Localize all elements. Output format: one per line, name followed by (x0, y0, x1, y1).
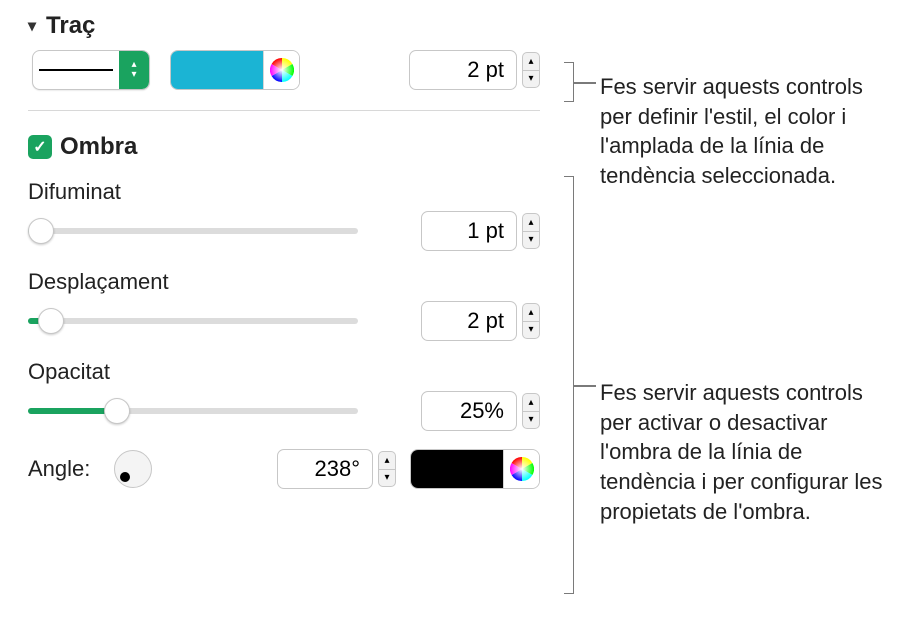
stepper-up-button[interactable]: ▴ (522, 393, 540, 411)
blur-stepper: ▴ ▾ (421, 211, 540, 251)
offset-stepper: ▴ ▾ (421, 301, 540, 341)
stroke-callout-text: Fes servir aquests controls per definir … (600, 72, 890, 191)
color-picker-button[interactable] (263, 51, 299, 89)
opacity-field[interactable] (421, 391, 517, 431)
angle-stepper: ▴ ▾ (277, 449, 396, 489)
offset-row: ▴ ▾ (28, 301, 540, 341)
blur-slider[interactable] (28, 219, 358, 243)
angle-label: Angle: (28, 456, 100, 482)
offset-field[interactable] (421, 301, 517, 341)
callout-bracket (564, 176, 574, 594)
angle-dial[interactable] (114, 450, 152, 488)
dropdown-toggle-icon[interactable]: ▴▾ (119, 51, 149, 89)
divider (28, 110, 540, 111)
blur-label: Difuminat (28, 179, 540, 205)
stroke-controls-row: ▴▾ (28, 50, 540, 90)
opacity-row: ▴ ▾ (28, 391, 540, 431)
color-picker-button[interactable] (503, 450, 539, 488)
offset-label: Desplaçament (28, 269, 540, 295)
opacity-label: Opacitat (28, 359, 540, 385)
stepper-up-button[interactable]: ▴ (522, 52, 540, 70)
callout-bracket (564, 62, 574, 102)
stepper-down-button[interactable]: ▾ (522, 321, 540, 339)
shadow-callout-text: Fes servir aquests controls per activar … (600, 378, 890, 526)
stroke-color-swatch[interactable] (171, 51, 263, 89)
angle-row: Angle: ▴ ▾ (28, 449, 540, 489)
stroke-title: Traç (46, 12, 95, 40)
stroke-section-header[interactable]: ▾ Traç (28, 12, 540, 40)
shadow-color-swatch[interactable] (411, 450, 503, 488)
opacity-slider[interactable] (28, 399, 358, 423)
chevron-down-icon: ▾ (28, 16, 36, 36)
stepper-down-button[interactable]: ▾ (378, 469, 396, 487)
opacity-stepper: ▴ ▾ (421, 391, 540, 431)
stroke-width-stepper: ▴ ▾ (409, 50, 540, 90)
stroke-style-popup[interactable]: ▴▾ (32, 50, 150, 90)
line-style-preview (33, 51, 119, 89)
stepper-down-button[interactable]: ▾ (522, 70, 540, 88)
shadow-checkbox[interactable]: ✓ (28, 135, 52, 159)
shadow-checkbox-label: Ombra (60, 133, 137, 161)
offset-slider[interactable] (28, 309, 358, 333)
stepper-up-button[interactable]: ▴ (522, 213, 540, 231)
blur-field[interactable] (421, 211, 517, 251)
stroke-width-field[interactable] (409, 50, 517, 90)
color-wheel-icon (510, 457, 534, 481)
angle-field[interactable] (277, 449, 373, 489)
stepper-up-button[interactable]: ▴ (378, 451, 396, 469)
stepper-up-button[interactable]: ▴ (522, 303, 540, 321)
blur-row: ▴ ▾ (28, 211, 540, 251)
shadow-color-well[interactable] (410, 449, 540, 489)
stepper-down-button[interactable]: ▾ (522, 411, 540, 429)
shadow-checkbox-row[interactable]: ✓ Ombra (28, 133, 540, 161)
stroke-color-well[interactable] (170, 50, 300, 90)
color-wheel-icon (270, 58, 294, 82)
format-inspector-panel: ▾ Traç ▴▾ (0, 0, 560, 509)
stepper-down-button[interactable]: ▾ (522, 231, 540, 249)
callout-connector (574, 82, 596, 84)
callout-connector (574, 385, 596, 387)
